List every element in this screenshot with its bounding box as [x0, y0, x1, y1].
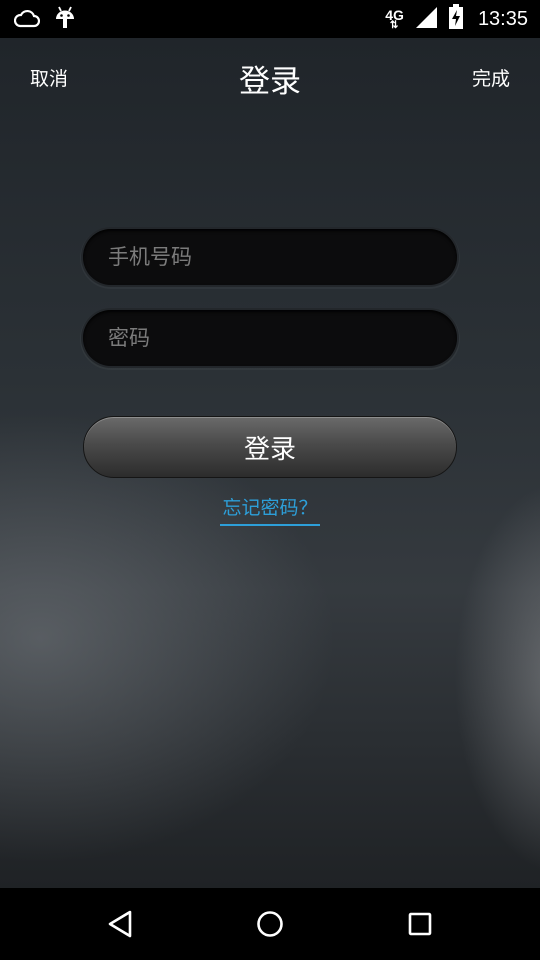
back-icon[interactable] [102, 906, 138, 942]
forgot-password-link[interactable]: 忘记密码？ [220, 493, 320, 526]
network-4g-icon: 4G ⇅ [385, 7, 404, 31]
android-icon [54, 6, 76, 34]
home-icon[interactable] [252, 906, 288, 942]
recents-icon[interactable] [402, 906, 438, 942]
password-input[interactable] [106, 325, 430, 351]
navigation-bar [0, 888, 540, 960]
forgot-password-row: 忘记密码？ [0, 493, 540, 526]
done-button[interactable]: 完成 [472, 64, 510, 91]
page-title: 登录 [239, 64, 301, 100]
cloud-icon [13, 7, 41, 33]
login-screen: 取消 登录 完成 登录 忘记密码？ [0, 38, 540, 888]
signal-icon [414, 5, 438, 33]
clock: 13:35 [477, 7, 528, 30]
login-button[interactable]: 登录 [83, 416, 457, 478]
status-bar: 4G ⇅ 13:35 [0, 0, 540, 38]
status-notifications [13, 6, 76, 34]
password-field[interactable] [83, 310, 457, 366]
phone-field[interactable] [83, 229, 457, 285]
phone-input[interactable] [106, 244, 430, 270]
battery-charging-icon [448, 4, 464, 34]
status-system: 4G ⇅ 13:35 [385, 4, 528, 34]
